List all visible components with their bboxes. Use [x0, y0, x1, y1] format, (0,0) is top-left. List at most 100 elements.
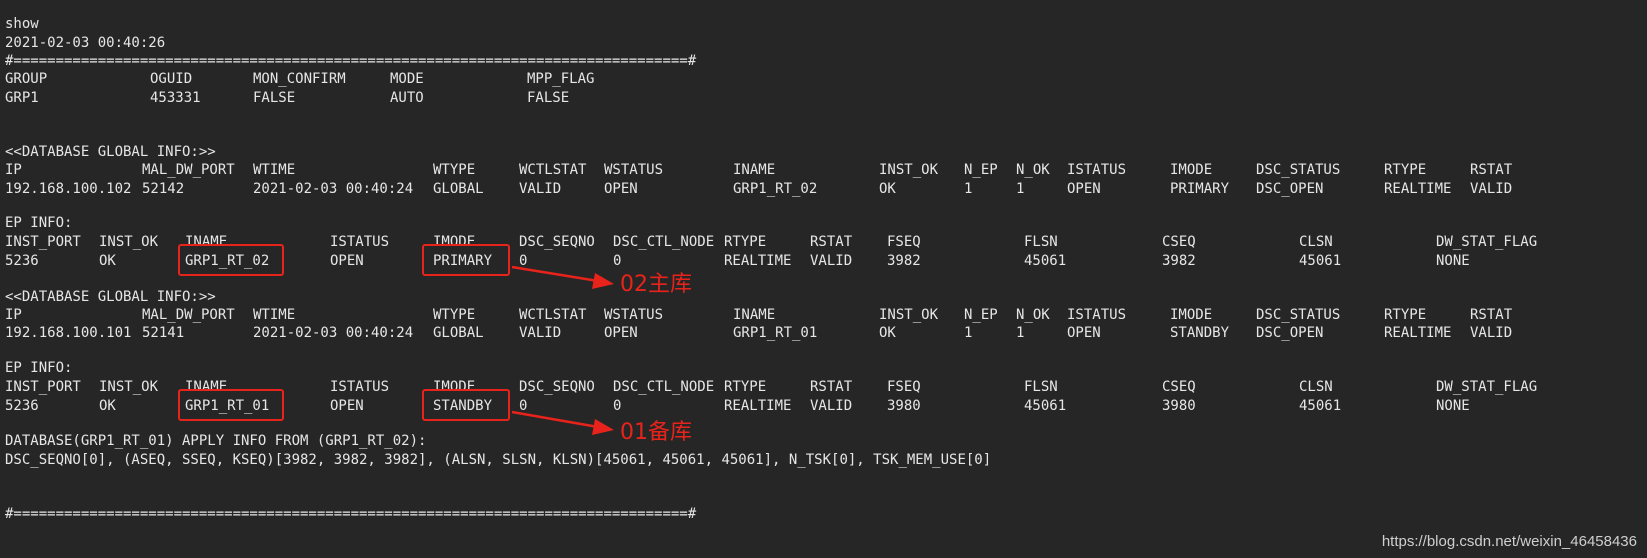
ep-col-istatus: ISTATUS — [330, 234, 390, 250]
ep-val-rtype: REALTIME — [724, 398, 792, 414]
global-col-iname: INAME — [733, 162, 776, 178]
highlight-imode-primary — [422, 244, 510, 276]
ep-col-rstat: RSTAT — [810, 234, 853, 250]
ep-val-cseq: 3980 — [1162, 398, 1196, 414]
ep-col-inst-port: INST_PORT — [5, 379, 81, 395]
global-col-rstat: RSTAT — [1470, 162, 1513, 178]
global-val-iname: GRP1_RT_02 — [733, 181, 818, 197]
global-val-wstatus: OPEN — [604, 325, 638, 341]
ep-value-row-1: 5236 OK GRP1_RT_02 OPEN PRIMARY 0 0 REAL… — [5, 252, 1470, 271]
highlight-iname-primary — [178, 244, 284, 276]
global-col-wtype: WTYPE — [433, 162, 476, 178]
group-val-mpp-flag: FALSE — [527, 90, 570, 106]
global-val-n-ok: 1 — [1016, 181, 1025, 197]
global-header-row-2: IP MAL_DW_PORT WTIME WTYPE WCTLSTAT WSTA… — [5, 306, 1512, 325]
group-val-group: GRP1 — [5, 90, 39, 106]
global-val-ip: 192.168.100.101 — [5, 325, 132, 341]
ep-val-istatus: OPEN — [330, 398, 364, 414]
global-col-n-ep: N_EP — [964, 307, 998, 323]
global-col-istatus: ISTATUS — [1067, 162, 1127, 178]
ep-val-flsn: 45061 — [1024, 398, 1067, 414]
command-line: show — [5, 16, 39, 32]
global-col-wctlstat: WCTLSTAT — [519, 307, 587, 323]
ep-col-flsn: FLSN — [1024, 234, 1058, 250]
global-col-iname: INAME — [733, 307, 776, 323]
ep-val-rstat: VALID — [810, 398, 853, 414]
ep-val-dw-stat-flag: NONE — [1436, 398, 1470, 414]
group-val-mon-confirm: FALSE — [253, 90, 296, 106]
global-col-n-ok: N_OK — [1016, 162, 1050, 178]
global-header-row-1: IP MAL_DW_PORT WTIME WTYPE WCTLSTAT WSTA… — [5, 161, 1512, 180]
ep-val-dw-stat-flag: NONE — [1436, 253, 1470, 269]
global-value-row-2: 192.168.100.101 52141 2021-02-03 00:40:2… — [5, 324, 1512, 343]
global-info-title-2: <<DATABASE GLOBAL INFO:>> — [5, 289, 216, 305]
global-value-row-1: 192.168.100.102 52142 2021-02-03 00:40:2… — [5, 180, 1512, 199]
group-col-mon-confirm: MON_CONFIRM — [253, 71, 346, 87]
ep-col-clsn: CLSN — [1299, 234, 1333, 250]
global-val-wstatus: OPEN — [604, 181, 638, 197]
ep-val-inst-ok: OK — [99, 398, 116, 414]
global-val-wctlstat: VALID — [519, 325, 562, 341]
global-col-wtype: WTYPE — [433, 307, 476, 323]
global-val-inst-ok: OK — [879, 325, 896, 341]
ep-col-inst-ok: INST_OK — [99, 234, 159, 250]
group-col-oguid: OGUID — [150, 71, 193, 87]
global-col-imode: IMODE — [1170, 307, 1213, 323]
global-col-ip: IP — [5, 162, 22, 178]
ep-header-row-1: INST_PORT INST_OK INAME ISTATUS IMODE DS… — [5, 233, 1537, 252]
label-primary-db: 02主库 — [620, 272, 692, 297]
global-col-wctlstat: WCTLSTAT — [519, 162, 587, 178]
ep-col-fseq: FSEQ — [887, 379, 921, 395]
ep-header-row-2: INST_PORT INST_OK INAME ISTATUS IMODE DS… — [5, 378, 1537, 397]
ep-val-rtype: REALTIME — [724, 253, 792, 269]
global-val-rstat: VALID — [1470, 325, 1513, 341]
global-val-wtype: GLOBAL — [433, 325, 484, 341]
ep-val-dsc-ctl-node: 0 — [613, 398, 622, 414]
ep-val-fseq: 3980 — [887, 398, 921, 414]
global-col-imode: IMODE — [1170, 162, 1213, 178]
global-val-iname: GRP1_RT_01 — [733, 325, 818, 341]
ep-val-fseq: 3982 — [887, 253, 921, 269]
global-col-inst-ok: INST_OK — [879, 307, 939, 323]
global-col-wtime: WTIME — [253, 162, 296, 178]
separator-top: #=======================================… — [5, 53, 697, 69]
global-col-ip: IP — [5, 307, 22, 323]
global-val-imode: STANDBY — [1170, 325, 1230, 341]
timestamp-line: 2021-02-03 00:40:26 — [5, 35, 166, 51]
global-val-ip: 192.168.100.102 — [5, 181, 132, 197]
ep-col-dw-stat-flag: DW_STAT_FLAG — [1436, 234, 1538, 250]
ep-info-title-2: EP INFO: — [5, 360, 73, 376]
global-col-inst-ok: INST_OK — [879, 162, 939, 178]
ep-val-inst-port: 5236 — [5, 398, 39, 414]
ep-val-flsn: 45061 — [1024, 253, 1067, 269]
ep-val-istatus: OPEN — [330, 253, 364, 269]
global-val-inst-ok: OK — [879, 181, 896, 197]
ep-col-clsn: CLSN — [1299, 379, 1333, 395]
global-val-n-ep: 1 — [964, 325, 973, 341]
ep-col-cseq: CSEQ — [1162, 379, 1196, 395]
group-col-mode: MODE — [390, 71, 424, 87]
ep-col-rtype: RTYPE — [724, 234, 767, 250]
label-standby-db: 01备库 — [620, 420, 692, 445]
global-val-wctlstat: VALID — [519, 181, 562, 197]
ep-val-inst-port: 5236 — [5, 253, 39, 269]
global-col-mal-dw-port: MAL_DW_PORT — [142, 307, 235, 323]
ep-col-rstat: RSTAT — [810, 379, 853, 395]
separator-bottom: #=======================================… — [5, 506, 697, 522]
global-val-wtime: 2021-02-03 00:40:24 — [253, 181, 414, 197]
global-col-dsc-status: DSC_STATUS — [1256, 162, 1341, 178]
ep-val-dsc-ctl-node: 0 — [613, 253, 622, 269]
global-val-wtime: 2021-02-03 00:40:24 — [253, 325, 414, 341]
ep-col-fseq: FSEQ — [887, 234, 921, 250]
global-val-n-ok: 1 — [1016, 325, 1025, 341]
global-val-rtype: REALTIME — [1384, 325, 1452, 341]
ep-col-flsn: FLSN — [1024, 379, 1058, 395]
global-col-n-ep: N_EP — [964, 162, 998, 178]
apply-info-detail: DSC_SEQNO[0], (ASEQ, SSEQ, KSEQ)[3982, 3… — [5, 452, 992, 468]
global-val-imode: PRIMARY — [1170, 181, 1230, 197]
global-val-n-ep: 1 — [964, 181, 973, 197]
global-col-wstatus: WSTATUS — [604, 307, 664, 323]
ep-val-cseq: 3982 — [1162, 253, 1196, 269]
ep-val-clsn: 45061 — [1299, 398, 1342, 414]
group-col-group: GROUP — [5, 71, 48, 87]
